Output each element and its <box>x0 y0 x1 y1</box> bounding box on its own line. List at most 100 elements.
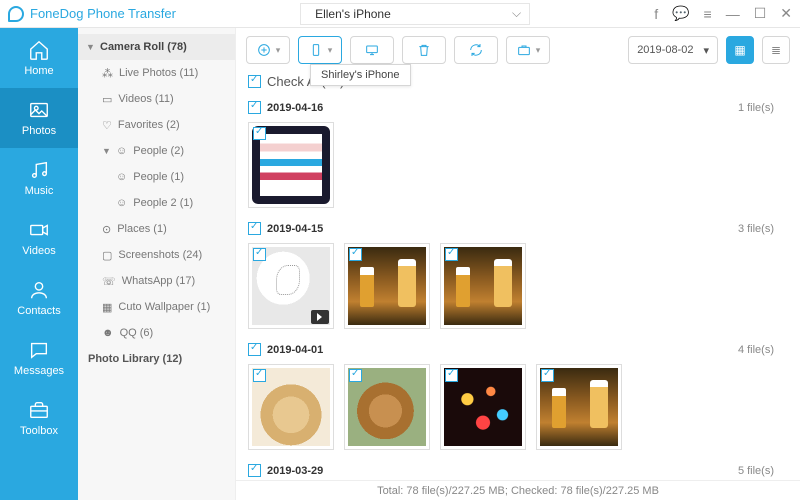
checkbox-icon[interactable] <box>445 248 458 261</box>
heart-icon: ♡ <box>102 119 112 132</box>
person-icon: ☺ <box>116 197 127 209</box>
video-badge-icon <box>311 310 329 324</box>
phone-transfer-icon <box>308 42 324 58</box>
checkbox-icon[interactable] <box>349 248 362 261</box>
sidebar-cuto[interactable]: ▦ Cuto Wallpaper (1) <box>78 294 235 320</box>
checkbox-icon[interactable] <box>253 369 266 382</box>
caret-down-icon: ▾ <box>703 44 709 57</box>
photo-thumb[interactable] <box>536 364 622 450</box>
section-date: 2019-04-01 <box>267 344 323 356</box>
sidebar-whatsapp[interactable]: ☏WhatsApp (17) <box>78 268 235 294</box>
device-selector[interactable]: Ellen's iPhone ⌵ <box>300 3 530 25</box>
sidebar-live-photos[interactable]: ⁂Live Photos (11) <box>78 60 235 86</box>
nav-home[interactable]: Home <box>0 28 78 88</box>
caret-down-icon: ▼ <box>86 42 94 52</box>
dedupe-button[interactable]: ▾ <box>506 36 550 64</box>
checkbox-icon[interactable] <box>248 75 261 88</box>
nav-videos[interactable]: Videos <box>0 208 78 268</box>
window-controls: f 💬 ≡ — ☐ ✕ <box>654 5 792 22</box>
label: Places (1) <box>117 223 167 235</box>
label: Favorites (2) <box>118 119 180 131</box>
checkbox-icon[interactable] <box>248 343 261 356</box>
sidebar-videos[interactable]: ▭Videos (11) <box>78 86 235 112</box>
grid-view-button[interactable]: ▦ <box>726 36 754 64</box>
thumb-row <box>236 360 800 460</box>
feedback-icon[interactable]: f <box>654 6 658 22</box>
people-icon: ☺ <box>116 145 127 157</box>
export-to-pc-button[interactable] <box>350 36 394 64</box>
label: Cuto Wallpaper (1) <box>118 301 210 313</box>
checkbox-icon[interactable] <box>248 222 261 235</box>
whatsapp-icon: ☏ <box>102 275 116 288</box>
section-head: 2019-04-16 1 file(s) <box>236 97 800 118</box>
checkbox-icon[interactable] <box>541 369 554 382</box>
section-head: 2019-03-29 5 file(s) <box>236 460 800 481</box>
photo-thumb[interactable] <box>248 364 334 450</box>
sidebar-favorites[interactable]: ♡ Favorites (2) <box>78 112 235 138</box>
photo-thumb[interactable] <box>344 364 430 450</box>
photo-thumb[interactable] <box>440 243 526 329</box>
section-count: 1 file(s) <box>738 102 788 114</box>
thumb-row <box>236 118 800 218</box>
nav-music[interactable]: Music <box>0 148 78 208</box>
chat-icon[interactable]: 💬 <box>672 5 689 22</box>
photo-thumb[interactable] <box>248 122 334 208</box>
section-count: 5 file(s) <box>738 465 788 477</box>
checkbox-icon[interactable] <box>248 101 261 114</box>
nav-label: Messages <box>14 365 64 377</box>
maximize-button[interactable]: ☐ <box>754 5 767 22</box>
chevron-down-icon: ▾ <box>276 45 281 56</box>
list-view-button[interactable]: ≣ <box>762 36 790 64</box>
sidebar-places[interactable]: ⊙Places (1) <box>78 216 235 242</box>
photo-thumb[interactable] <box>248 243 334 329</box>
sidebar-people-2[interactable]: ☺People 2 (1) <box>78 190 235 216</box>
screenshot-icon: ▢ <box>102 249 112 262</box>
sidebar-people[interactable]: ▼☺People (2) <box>78 138 235 164</box>
checkbox-icon[interactable] <box>253 248 266 261</box>
sidebar-qq[interactable]: ☻QQ (6) <box>78 320 235 346</box>
left-nav: Home Photos Music Videos Contacts Messag… <box>0 28 78 500</box>
menu-icon[interactable]: ≡ <box>704 6 712 22</box>
nav-label: Videos <box>22 245 55 257</box>
section-date: 2019-03-29 <box>267 465 323 477</box>
transfer-tooltip: Shirley's iPhone <box>310 64 411 86</box>
person-icon: ☺ <box>116 171 127 183</box>
wallpaper-icon: ▦ <box>102 301 112 314</box>
sidebar-photo-library[interactable]: Photo Library (12) <box>78 346 235 372</box>
music-icon <box>28 159 50 181</box>
checkbox-icon[interactable] <box>349 369 362 382</box>
date-filter[interactable]: 2019-08-02▾ <box>628 36 718 64</box>
nav-photos[interactable]: Photos <box>0 88 78 148</box>
nav-contacts[interactable]: Contacts <box>0 268 78 328</box>
caret-down-icon: ▼ <box>102 146 110 156</box>
chevron-down-icon: ▾ <box>328 45 333 56</box>
nav-label: Photos <box>22 125 56 137</box>
sidebar-people-1[interactable]: ☺ People (1) <box>78 164 235 190</box>
checkbox-icon[interactable] <box>248 464 261 477</box>
main-area: Home Photos Music Videos Contacts Messag… <box>0 28 800 500</box>
device-name: Ellen's iPhone <box>315 7 391 21</box>
add-button[interactable]: ▾ <box>246 36 290 64</box>
checkbox-icon[interactable] <box>445 369 458 382</box>
sidebar-screenshots[interactable]: ▢Screenshots (24) <box>78 242 235 268</box>
label: QQ (6) <box>120 327 154 339</box>
plus-circle-icon <box>256 42 272 58</box>
contacts-icon <box>28 279 50 301</box>
app-logo-icon <box>8 6 24 22</box>
refresh-button[interactable] <box>454 36 498 64</box>
label: Live Photos (11) <box>119 67 198 79</box>
minimize-button[interactable]: — <box>726 6 740 22</box>
checkbox-icon[interactable] <box>253 127 266 140</box>
close-button[interactable]: ✕ <box>780 5 792 22</box>
nav-toolbox[interactable]: Toolbox <box>0 388 78 448</box>
nav-messages[interactable]: Messages <box>0 328 78 388</box>
delete-button[interactable] <box>402 36 446 64</box>
export-to-device-button[interactable]: ▾ <box>298 36 342 64</box>
photo-thumb[interactable] <box>344 243 430 329</box>
sidebar-camera-roll[interactable]: ▼Camera Roll (78) <box>78 34 235 60</box>
status-footer: Total: 78 file(s)/227.25 MB; Checked: 78… <box>236 480 800 500</box>
photo-thumb[interactable] <box>440 364 526 450</box>
chevron-down-icon: ⌵ <box>512 6 521 21</box>
pc-icon <box>364 42 380 58</box>
label: People (1) <box>133 171 184 183</box>
